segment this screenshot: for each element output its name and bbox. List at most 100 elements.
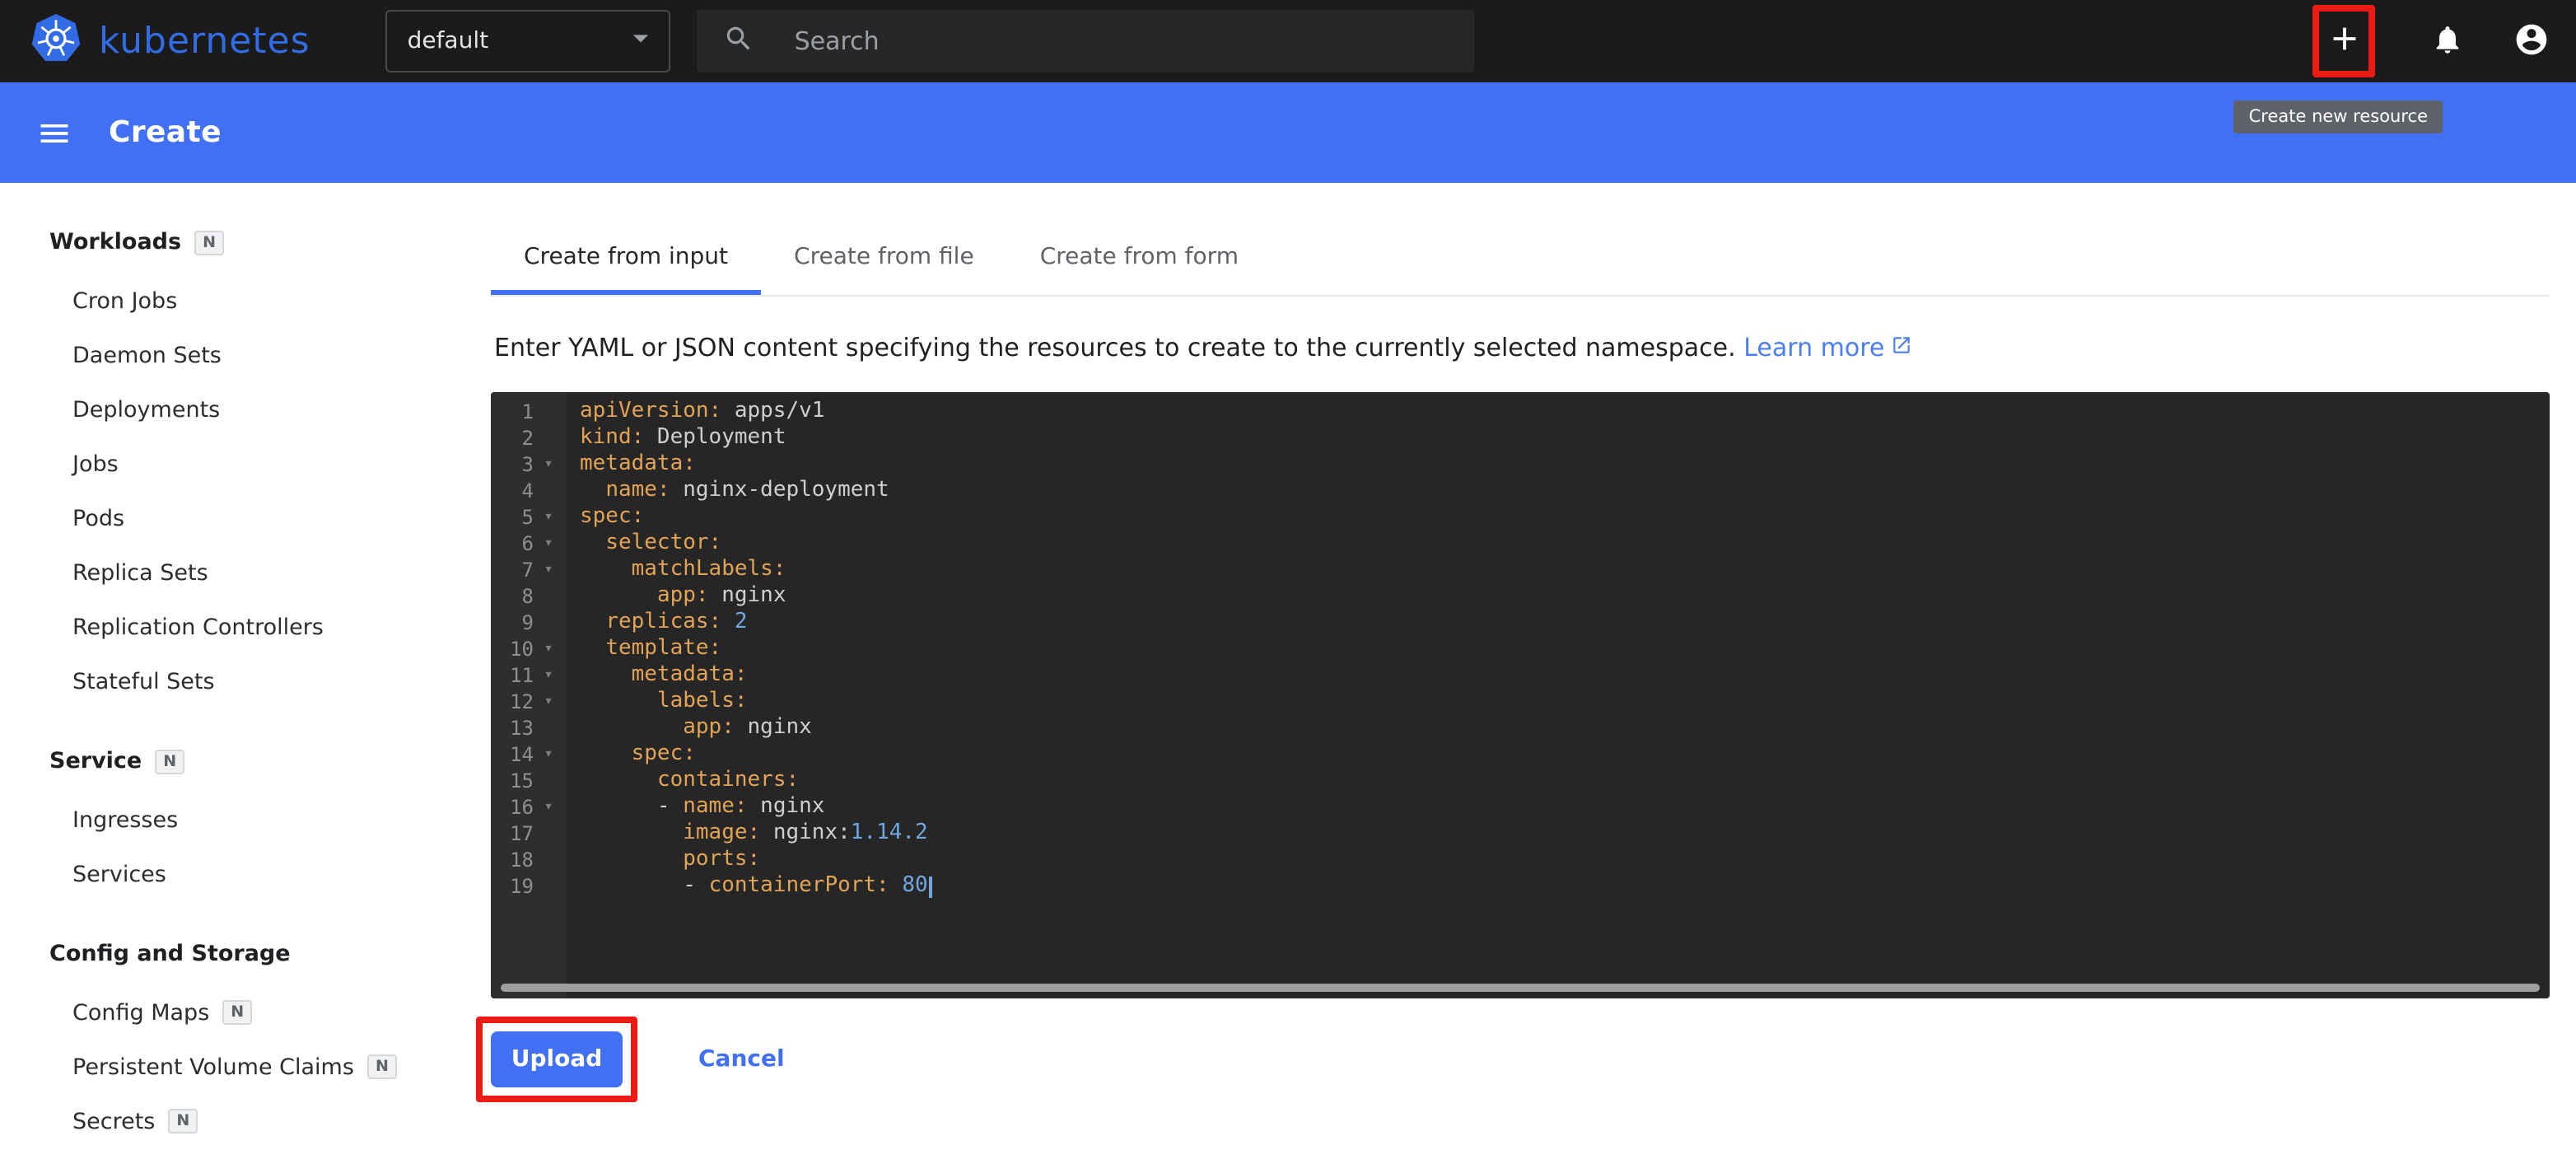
code-line[interactable]: metadata:: [580, 451, 2550, 478]
code-line[interactable]: selector:: [580, 531, 2550, 557]
code-line[interactable]: app: nginx: [580, 583, 2550, 610]
brand[interactable]: kubernetes: [30, 12, 310, 71]
code-line[interactable]: spec:: [580, 741, 2550, 768]
line-number: 3: [491, 453, 534, 476]
plus-icon: [2325, 19, 2363, 63]
code-line[interactable]: template:: [580, 636, 2550, 662]
tab-create-from-file[interactable]: Create from file: [761, 219, 1007, 295]
code-line[interactable]: - name: nginx: [580, 794, 2550, 820]
upload-button[interactable]: Upload: [491, 1031, 623, 1087]
create-description: Enter YAML or JSON content specifying th…: [494, 333, 2546, 362]
sidebar-item-label: Deployments: [72, 396, 220, 423]
sidebar-item-daemon-sets[interactable]: Daemon Sets: [49, 328, 461, 382]
account-circle-icon: [2513, 21, 2550, 62]
notifications-button[interactable]: [2431, 22, 2464, 60]
editor-gutter: 123▾45▾6▾7▾8910▾11▾12▾1314▾1516▾171819: [491, 392, 567, 998]
top-header: kubernetes default: [0, 0, 2576, 82]
fold-arrow-icon[interactable]: ▾: [534, 557, 563, 583]
sidebar-item-label: Replication Controllers: [72, 614, 324, 640]
sidebar-item-ingresses[interactable]: Ingresses: [49, 792, 461, 847]
code-line[interactable]: app: nginx: [580, 715, 2550, 741]
sidebar-item-pods[interactable]: Pods: [49, 491, 461, 545]
line-number: 13: [491, 717, 534, 740]
new-badge: N: [168, 1109, 198, 1134]
fold-arrow-icon[interactable]: ▾: [534, 531, 563, 557]
search-input[interactable]: [791, 25, 1455, 58]
code-line[interactable]: apiVersion: apps/v1: [580, 399, 2550, 425]
sidebar-item-cron-jobs[interactable]: Cron Jobs: [49, 273, 461, 328]
cancel-button[interactable]: Cancel: [688, 1045, 795, 1074]
line-number: 2: [491, 427, 534, 450]
action-bar: Create: [0, 82, 2576, 183]
tab-create-from-form[interactable]: Create from form: [1007, 219, 1272, 295]
fold-arrow-icon[interactable]: ▾: [534, 451, 563, 478]
new-badge: N: [222, 1000, 252, 1025]
editor-code[interactable]: apiVersion: apps/v1kind: Deploymentmetad…: [567, 392, 2550, 998]
sidebar-item-label: Config Maps: [72, 999, 209, 1026]
editor-horizontal-scrollbar[interactable]: [501, 984, 2540, 992]
fold-arrow-icon[interactable]: ▾: [534, 794, 563, 820]
fold-arrow-icon[interactable]: ▾: [534, 741, 563, 768]
tab-create-from-input[interactable]: Create from input: [491, 219, 761, 295]
new-badge: N: [367, 1054, 397, 1079]
search-box[interactable]: [698, 10, 1475, 72]
bell-icon: [2431, 22, 2464, 60]
learn-more-label: Learn more: [1743, 333, 1884, 362]
brand-name: kubernetes: [99, 21, 310, 62]
sidebar-item-stateful-sets[interactable]: Stateful Sets: [49, 654, 461, 708]
new-badge: N: [155, 749, 184, 774]
code-line[interactable]: replicas: 2: [580, 610, 2550, 636]
fold-arrow-icon[interactable]: ▾: [534, 504, 563, 531]
namespace-select[interactable]: default: [386, 10, 671, 72]
sidebar-item-deployments[interactable]: Deployments: [49, 382, 461, 437]
sidebar-item-persistent-volume-claims[interactable]: Persistent Volume Claims N: [49, 1040, 461, 1094]
sidebar-item-label: Ingresses: [72, 806, 178, 833]
sidebar-item-label: Persistent Volume Claims: [72, 1054, 354, 1080]
sidebar-item-replica-sets[interactable]: Replica Sets: [49, 545, 461, 600]
code-line[interactable]: name: nginx-deployment: [580, 478, 2550, 504]
sidebar-item-label: Jobs: [72, 451, 119, 477]
search-icon: [724, 22, 755, 60]
line-number: 19: [491, 875, 534, 898]
sidebar-item-label: Stateful Sets: [72, 668, 215, 694]
sidebar-group-workloads[interactable]: WorkloadsN: [49, 226, 461, 259]
line-number: 15: [491, 769, 534, 792]
sidebar-item-secrets[interactable]: Secrets N: [49, 1094, 461, 1148]
code-line[interactable]: - containerPort: 80: [580, 873, 2550, 900]
open-in-new-icon: [1891, 333, 1912, 362]
account-button[interactable]: [2513, 21, 2550, 62]
menu-button[interactable]: [36, 115, 72, 151]
form-actions: Upload Cancel: [491, 1031, 2550, 1087]
line-number: 11: [491, 664, 534, 687]
sidebar-item-replication-controllers[interactable]: Replication Controllers: [49, 600, 461, 654]
code-line[interactable]: kind: Deployment: [580, 425, 2550, 451]
sidebar-group-service[interactable]: ServiceN: [49, 745, 461, 778]
sidebar-item-label: Secrets: [72, 1108, 155, 1134]
line-number: 9: [491, 611, 534, 634]
sidebar-item-jobs[interactable]: Jobs: [49, 437, 461, 491]
code-line[interactable]: matchLabels:: [580, 557, 2550, 583]
sidebar-group-label: Workloads: [49, 229, 181, 255]
line-number: 1: [491, 400, 534, 423]
code-line[interactable]: labels:: [580, 689, 2550, 715]
code-line[interactable]: image: nginx:1.14.2: [580, 820, 2550, 847]
code-line[interactable]: ports:: [580, 847, 2550, 873]
code-line[interactable]: containers:: [580, 768, 2550, 794]
sidebar-item-label: Cron Jobs: [72, 288, 177, 314]
description-text: Enter YAML or JSON content specifying th…: [494, 333, 1736, 362]
line-number: 17: [491, 822, 534, 845]
sidebar-item-services[interactable]: Services: [49, 847, 461, 901]
sidebar-group-config-and-storage[interactable]: Config and Storage: [49, 937, 461, 970]
code-line[interactable]: metadata:: [580, 662, 2550, 689]
fold-arrow-icon[interactable]: ▾: [534, 689, 563, 715]
learn-more-link[interactable]: Learn more: [1743, 333, 1912, 362]
fold-arrow-icon[interactable]: ▾: [534, 636, 563, 662]
fold-arrow-icon[interactable]: ▾: [534, 662, 563, 689]
create-new-resource-button[interactable]: [2316, 7, 2372, 76]
code-line[interactable]: spec:: [580, 504, 2550, 531]
tab-bar: Create from inputCreate from fileCreate …: [491, 219, 2550, 297]
page-title: Create: [109, 115, 222, 150]
yaml-editor[interactable]: 123▾45▾6▾7▾8910▾11▾12▾1314▾1516▾171819 a…: [491, 392, 2550, 998]
line-number: 16: [491, 796, 534, 819]
sidebar-item-config-maps[interactable]: Config Maps N: [49, 985, 461, 1040]
